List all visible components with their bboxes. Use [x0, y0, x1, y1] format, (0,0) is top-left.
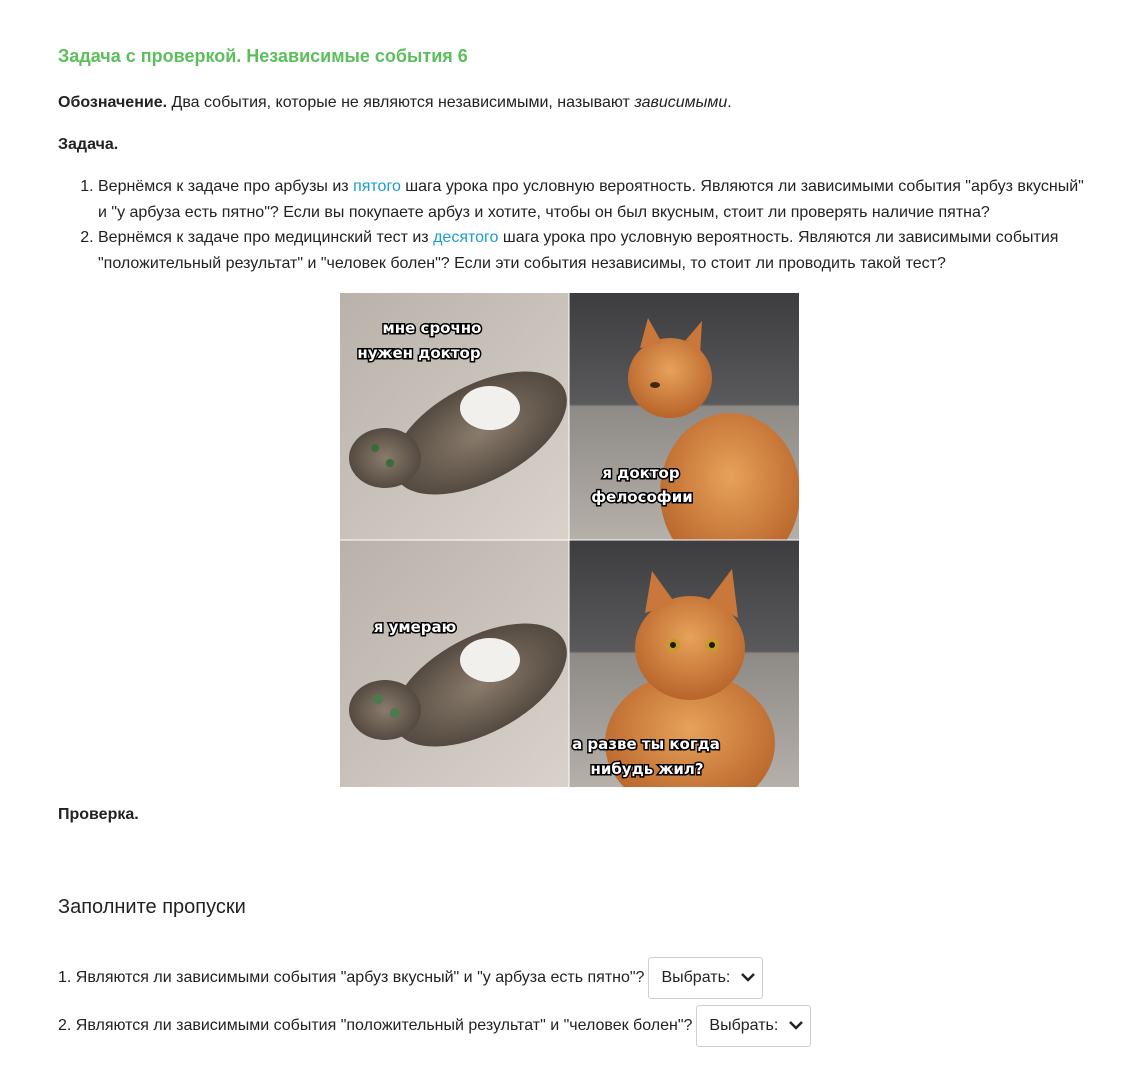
- task-list: Вернёмся к задаче про арбузы из пятого ш…: [98, 174, 1088, 276]
- answer-select-2[interactable]: Выбрать:: [696, 1005, 812, 1047]
- question-row: 1. Являются ли зависимыми события "арбуз…: [58, 957, 764, 999]
- task-heading: Задача.: [58, 136, 119, 153]
- answer-select-1[interactable]: Выбрать:: [648, 957, 764, 999]
- meme-caption: нибудь жил?: [590, 760, 703, 778]
- definition-term: зависимыми: [634, 94, 728, 111]
- step-link-fifth[interactable]: пятого: [353, 178, 401, 195]
- question-text: 1. Являются ли зависимыми события "арбуз…: [58, 969, 645, 986]
- task-item: Вернёмся к задаче про арбузы из пятого ш…: [98, 174, 1088, 225]
- select-value: Выбрать:: [661, 969, 731, 986]
- task-text: Вернёмся к задаче про арбузы из: [98, 178, 354, 195]
- definition: Обозначение. Два события, которые не явл…: [58, 92, 732, 114]
- page-title: Задача с проверкой. Независимые события …: [58, 46, 468, 66]
- meme-caption: фелософии: [591, 488, 692, 506]
- chevron-down-icon: [788, 1017, 804, 1035]
- fill-blanks-heading: Заполните пропуски: [58, 896, 246, 918]
- definition-text: Два события, которые не являются независ…: [167, 94, 635, 111]
- meme-caption: мне срочно: [383, 319, 482, 337]
- select-value: Выбрать:: [709, 1017, 779, 1034]
- meme-caption: нужен доктор: [357, 344, 480, 362]
- task-text: Вернёмся к задаче про медицинский тест и…: [98, 229, 434, 246]
- question-text: 2. Являются ли зависимыми события "полож…: [58, 1017, 693, 1034]
- step-link-tenth[interactable]: десятого: [433, 229, 498, 246]
- meme-image: мне срочно нужен доктор я доктор фелософ…: [340, 293, 799, 787]
- chevron-down-icon: [740, 969, 756, 987]
- question-row: 2. Являются ли зависимыми события "полож…: [58, 1005, 812, 1047]
- meme-caption: я доктор: [602, 464, 679, 482]
- task-item: Вернёмся к задаче про медицинский тест и…: [98, 225, 1088, 276]
- definition-label: Обозначение.: [58, 94, 168, 111]
- definition-end: .: [727, 94, 732, 111]
- meme-caption: я умераю: [374, 618, 457, 636]
- check-heading: Проверка.: [58, 806, 139, 823]
- meme-caption: а разве ты когда: [572, 735, 720, 753]
